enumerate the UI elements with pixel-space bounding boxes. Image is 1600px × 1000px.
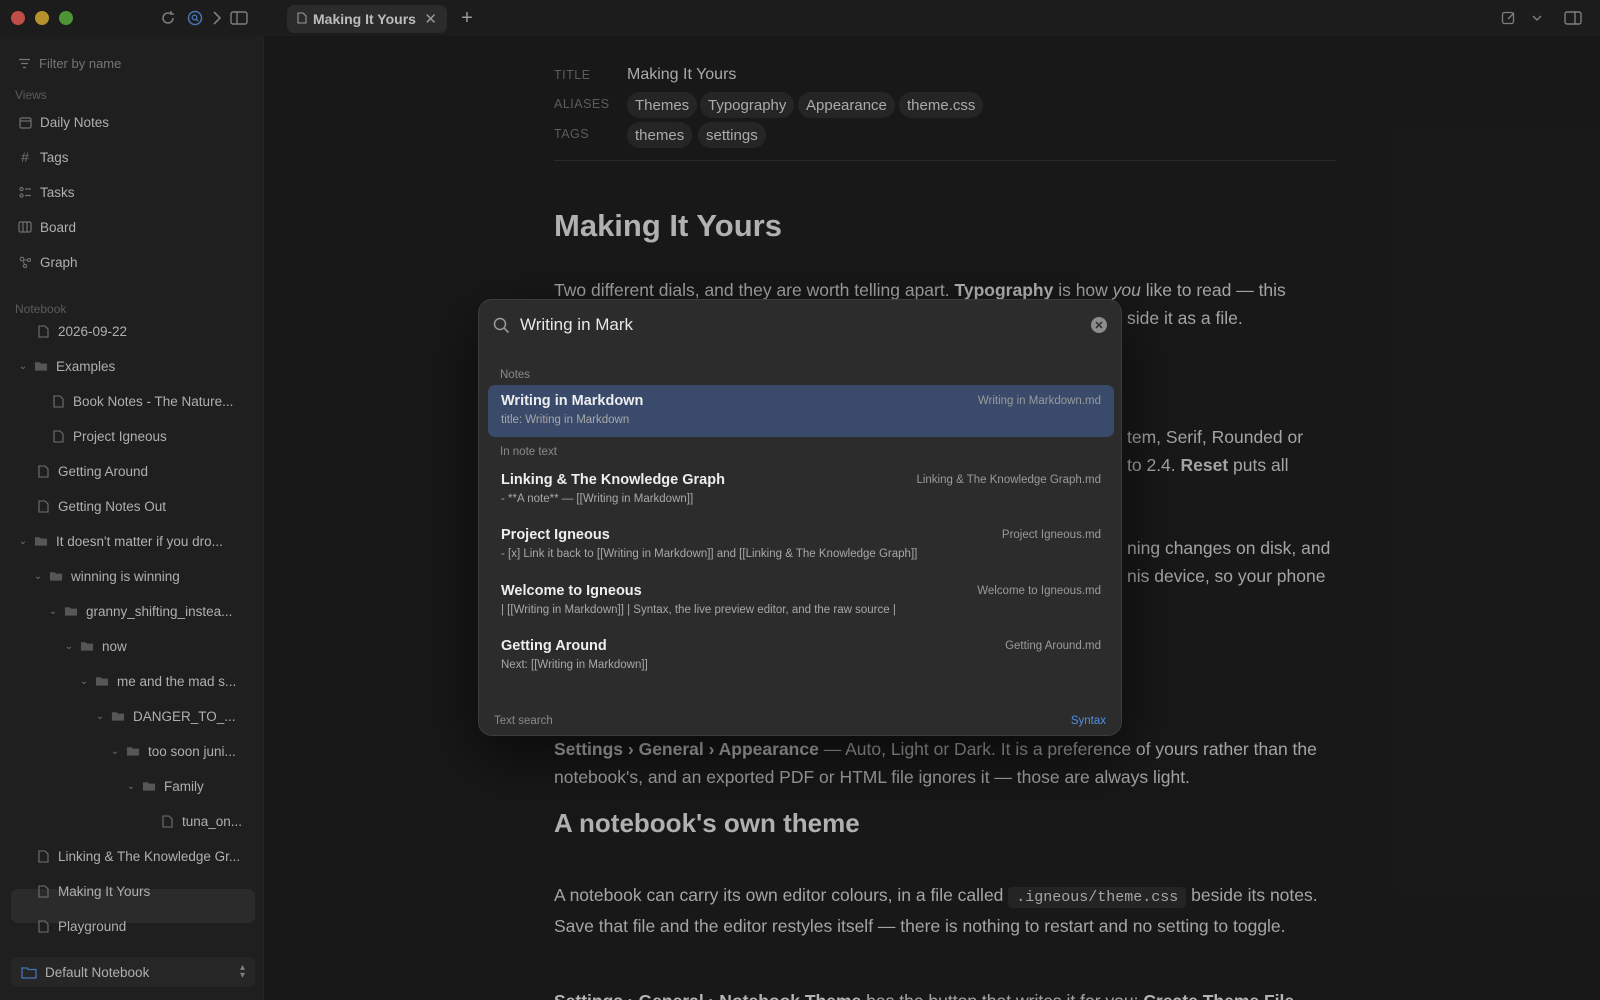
result-snippet: - **A note** — [[Writing in Markdown]] [501, 493, 694, 505]
search-result[interactable]: Project Igneous - [x] Link it back to [[… [488, 519, 1114, 571]
result-filename: Writing in Markdown.md [977, 395, 1101, 407]
search-bar: ✕ [479, 300, 1121, 350]
search-result-selected[interactable]: Writing in Markdown title: Writing in Ma… [488, 385, 1114, 437]
syntax-help-link[interactable]: Syntax [1071, 715, 1106, 727]
result-snippet: - [x] Link it back to [[Writing in Markd… [501, 548, 918, 560]
search-result[interactable]: Getting Around Next: [[Writing in Markdo… [488, 630, 1114, 682]
result-snippet: Next: [[Writing in Markdown]] [501, 659, 648, 671]
search-modal: ✕ Notes Writing in Markdown title: Writi… [478, 299, 1122, 736]
result-filename: Welcome to Igneous.md [977, 585, 1101, 597]
notes-group-label: Notes [500, 369, 531, 381]
search-result[interactable]: Linking & The Knowledge Graph - **A note… [488, 464, 1114, 516]
result-filename: Linking & The Knowledge Graph.md [916, 474, 1101, 486]
search-mode-label: Text search [494, 715, 553, 727]
search-footer: Text search Syntax [479, 707, 1121, 735]
result-filename: Getting Around.md [1005, 640, 1101, 652]
result-filename: Project Igneous.md [1001, 529, 1101, 541]
result-snippet: | [[Writing in Markdown]] | Syntax, the … [501, 604, 896, 616]
search-input[interactable] [520, 315, 1091, 335]
result-snippet: title: Writing in Markdown [501, 414, 630, 426]
clear-search-icon[interactable]: ✕ [1091, 317, 1107, 333]
search-icon [493, 317, 510, 334]
in-note-text-group-label: In note text [500, 446, 557, 458]
search-result[interactable]: Welcome to Igneous | [[Writing in Markdo… [488, 575, 1114, 627]
